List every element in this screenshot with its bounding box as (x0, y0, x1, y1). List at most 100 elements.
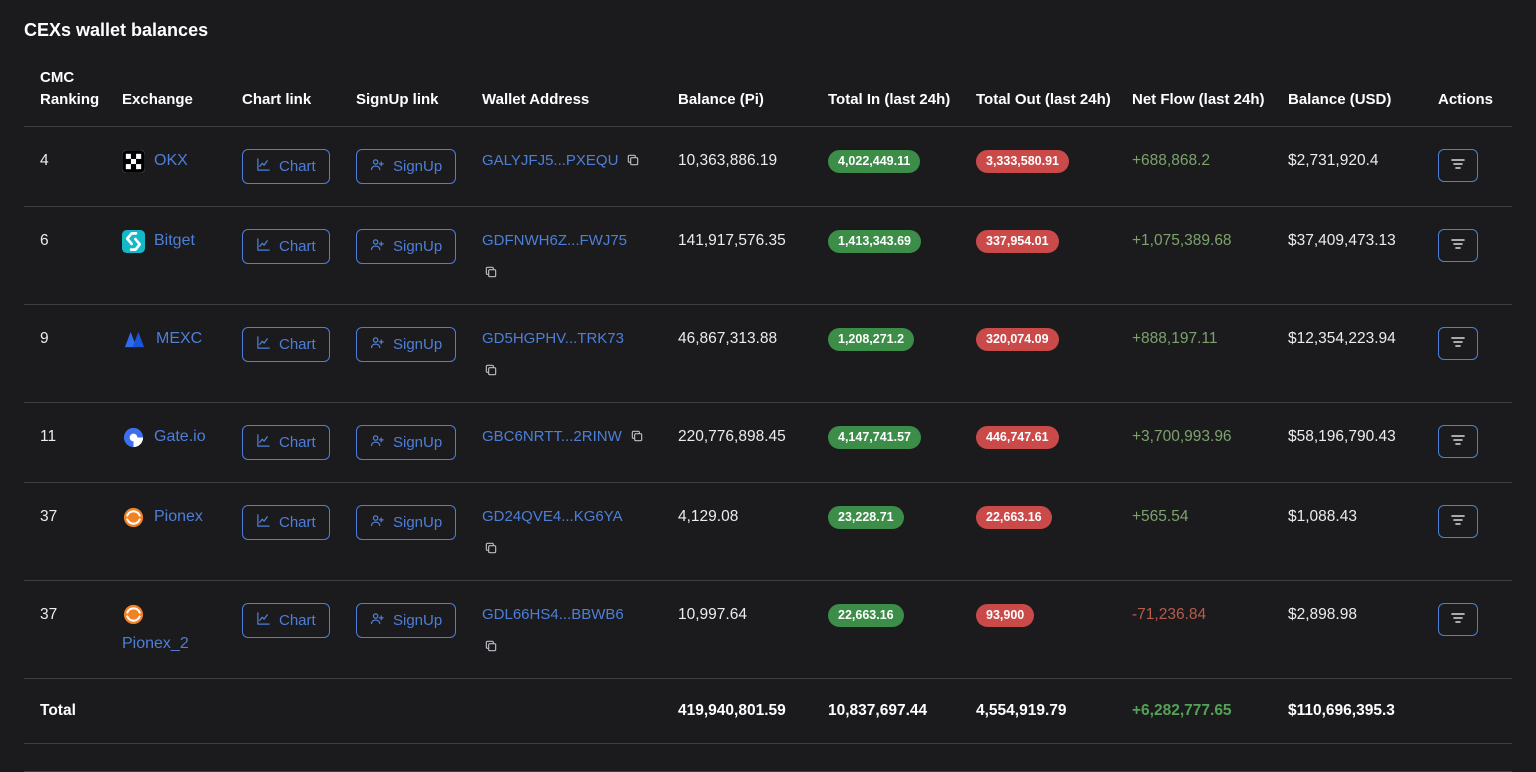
cex-balances-table: CMC Ranking Exchange Chart link SignUp l… (24, 59, 1512, 744)
wallet-address-link[interactable]: GDL66HS4...BBWB6 (482, 606, 624, 623)
chart-button[interactable]: Chart (242, 505, 330, 540)
wallet-address-link[interactable]: GALYJFJ5...PXEQU (482, 152, 618, 169)
user-plus-icon (370, 335, 385, 354)
chart-button[interactable]: Chart (242, 229, 330, 264)
filter-icon (1450, 237, 1466, 254)
row-actions-button[interactable] (1438, 149, 1478, 182)
line-chart-icon (256, 611, 271, 630)
total-out-badge: 93,900 (976, 604, 1035, 627)
exchange-link[interactable]: Pionex (154, 505, 203, 529)
pionex-logo-icon (122, 603, 145, 626)
line-chart-icon (256, 335, 271, 354)
cmc-ranking-value: 4 (40, 152, 49, 169)
total-out-badge: 3,333,580.91 (976, 150, 1069, 173)
total-in-badge: 1,413,343.69 (828, 230, 921, 253)
total-in-badge: 4,147,741.57 (828, 426, 921, 449)
col-header-balance-usd: Balance (USD) (1288, 59, 1438, 127)
net-flow-value: +688,868.2 (1132, 152, 1211, 169)
gateio-logo-icon (122, 426, 145, 449)
cex-balances-panel: CEXs wallet balances CMC Ranking Exchang… (0, 0, 1536, 772)
col-header-net-flow: Net Flow (last 24h) (1132, 59, 1288, 127)
cmc-ranking-value: 11 (40, 428, 57, 445)
copy-icon[interactable] (484, 541, 498, 558)
row-actions-button[interactable] (1438, 425, 1478, 458)
wallet-address-link[interactable]: GDFNWH6Z...FWJ75 (482, 232, 627, 249)
filter-icon (1450, 157, 1466, 174)
wallet-address-link[interactable]: GD5HGPHV...TRK73 (482, 330, 624, 347)
signup-button-label: SignUp (393, 514, 443, 531)
total-in-badge: 4,022,449.11 (828, 150, 921, 173)
copy-icon[interactable] (630, 429, 644, 446)
col-header-signup-link: SignUp link (356, 59, 482, 127)
col-header-wallet-address: Wallet Address (482, 59, 678, 127)
col-header-cmc-ranking: CMC Ranking (24, 59, 122, 127)
table-row: 6 Bitget Chart SignUp GDFNWH6Z...FWJ75 1… (24, 206, 1512, 305)
col-header-balance-pi: Balance (Pi) (678, 59, 828, 127)
signup-button[interactable]: SignUp (356, 229, 457, 264)
exchange-link[interactable]: Bitget (154, 229, 195, 253)
signup-button-label: SignUp (393, 158, 443, 175)
row-actions-button[interactable] (1438, 505, 1478, 538)
filter-icon (1450, 611, 1466, 628)
copy-icon[interactable] (626, 153, 640, 170)
col-header-exchange: Exchange (122, 59, 242, 127)
bitget-logo-icon (122, 229, 145, 253)
total-net-flow: +6,282,777.65 (1132, 702, 1232, 719)
filter-icon (1450, 433, 1466, 450)
net-flow-value: -71,236.84 (1132, 606, 1207, 623)
signup-button-label: SignUp (393, 612, 443, 629)
total-out-badge: 22,663.16 (976, 506, 1052, 529)
copy-icon[interactable] (484, 265, 498, 282)
table-row: 4 OKX Chart SignUp GALYJFJ5...PXEQU 10,3… (24, 126, 1512, 207)
line-chart-icon (256, 237, 271, 256)
signup-button[interactable]: SignUp (356, 149, 457, 184)
user-plus-icon (370, 513, 385, 532)
exchange-link[interactable]: MEXC (156, 327, 202, 351)
balance-usd-value: $2,731,920.4 (1288, 152, 1379, 169)
mexc-logo-icon (122, 328, 147, 351)
signup-button-label: SignUp (393, 434, 443, 451)
copy-icon[interactable] (484, 363, 498, 380)
balance-usd-value: $2,898.98 (1288, 606, 1357, 623)
balance-pi-value: 220,776,898.45 (678, 428, 786, 445)
total-row: Total 419,940,801.59 10,837,697.44 4,554… (24, 678, 1512, 744)
total-in-badge: 22,663.16 (828, 604, 904, 627)
chart-button[interactable]: Chart (242, 425, 330, 460)
okx-logo-icon (122, 149, 145, 173)
exchange-link[interactable]: Pionex_2 (122, 632, 189, 656)
total-label: Total (40, 702, 76, 719)
wallet-address-link[interactable]: GBC6NRTT...2RINW (482, 428, 622, 445)
exchange-link[interactable]: Gate.io (154, 425, 206, 449)
table-row: 37 Pionex_2 Chart SignUp GDL66HS4...BBWB… (24, 580, 1512, 679)
chart-button[interactable]: Chart (242, 603, 330, 638)
cmc-ranking-value: 9 (40, 330, 49, 347)
row-actions-button[interactable] (1438, 603, 1478, 636)
cmc-ranking-value: 37 (40, 606, 58, 623)
chart-button[interactable]: Chart (242, 327, 330, 362)
balance-usd-value: $12,354,223.94 (1288, 330, 1396, 347)
row-actions-button[interactable] (1438, 229, 1478, 262)
cmc-ranking-value: 6 (40, 232, 49, 249)
row-actions-button[interactable] (1438, 327, 1478, 360)
signup-button[interactable]: SignUp (356, 425, 457, 460)
cmc-ranking-value: 37 (40, 508, 58, 525)
net-flow-value: +888,197.11 (1132, 330, 1218, 347)
total-in-badge: 23,228.71 (828, 506, 904, 529)
exchange-link[interactable]: OKX (154, 149, 188, 173)
total-out-sum: 4,554,919.79 (976, 702, 1067, 719)
total-balance-usd: $110,696,395.3 (1288, 702, 1395, 719)
signup-button[interactable]: SignUp (356, 327, 457, 362)
filter-icon (1450, 513, 1466, 530)
header-row: CMC Ranking Exchange Chart link SignUp l… (24, 59, 1512, 127)
line-chart-icon (256, 157, 271, 176)
user-plus-icon (370, 157, 385, 176)
wallet-address-link[interactable]: GD24QVE4...KG6YA (482, 508, 623, 525)
signup-button[interactable]: SignUp (356, 603, 457, 638)
table-row: 11 Gate.io Chart SignUp GBC6NRTT...2RINW… (24, 402, 1512, 483)
chart-button[interactable]: Chart (242, 149, 330, 184)
signup-button[interactable]: SignUp (356, 505, 457, 540)
user-plus-icon (370, 611, 385, 630)
table-row: 37 Pionex Chart SignUp GD24QVE4...KG6YA … (24, 482, 1512, 581)
balance-pi-value: 4,129.08 (678, 508, 739, 525)
copy-icon[interactable] (484, 639, 498, 656)
